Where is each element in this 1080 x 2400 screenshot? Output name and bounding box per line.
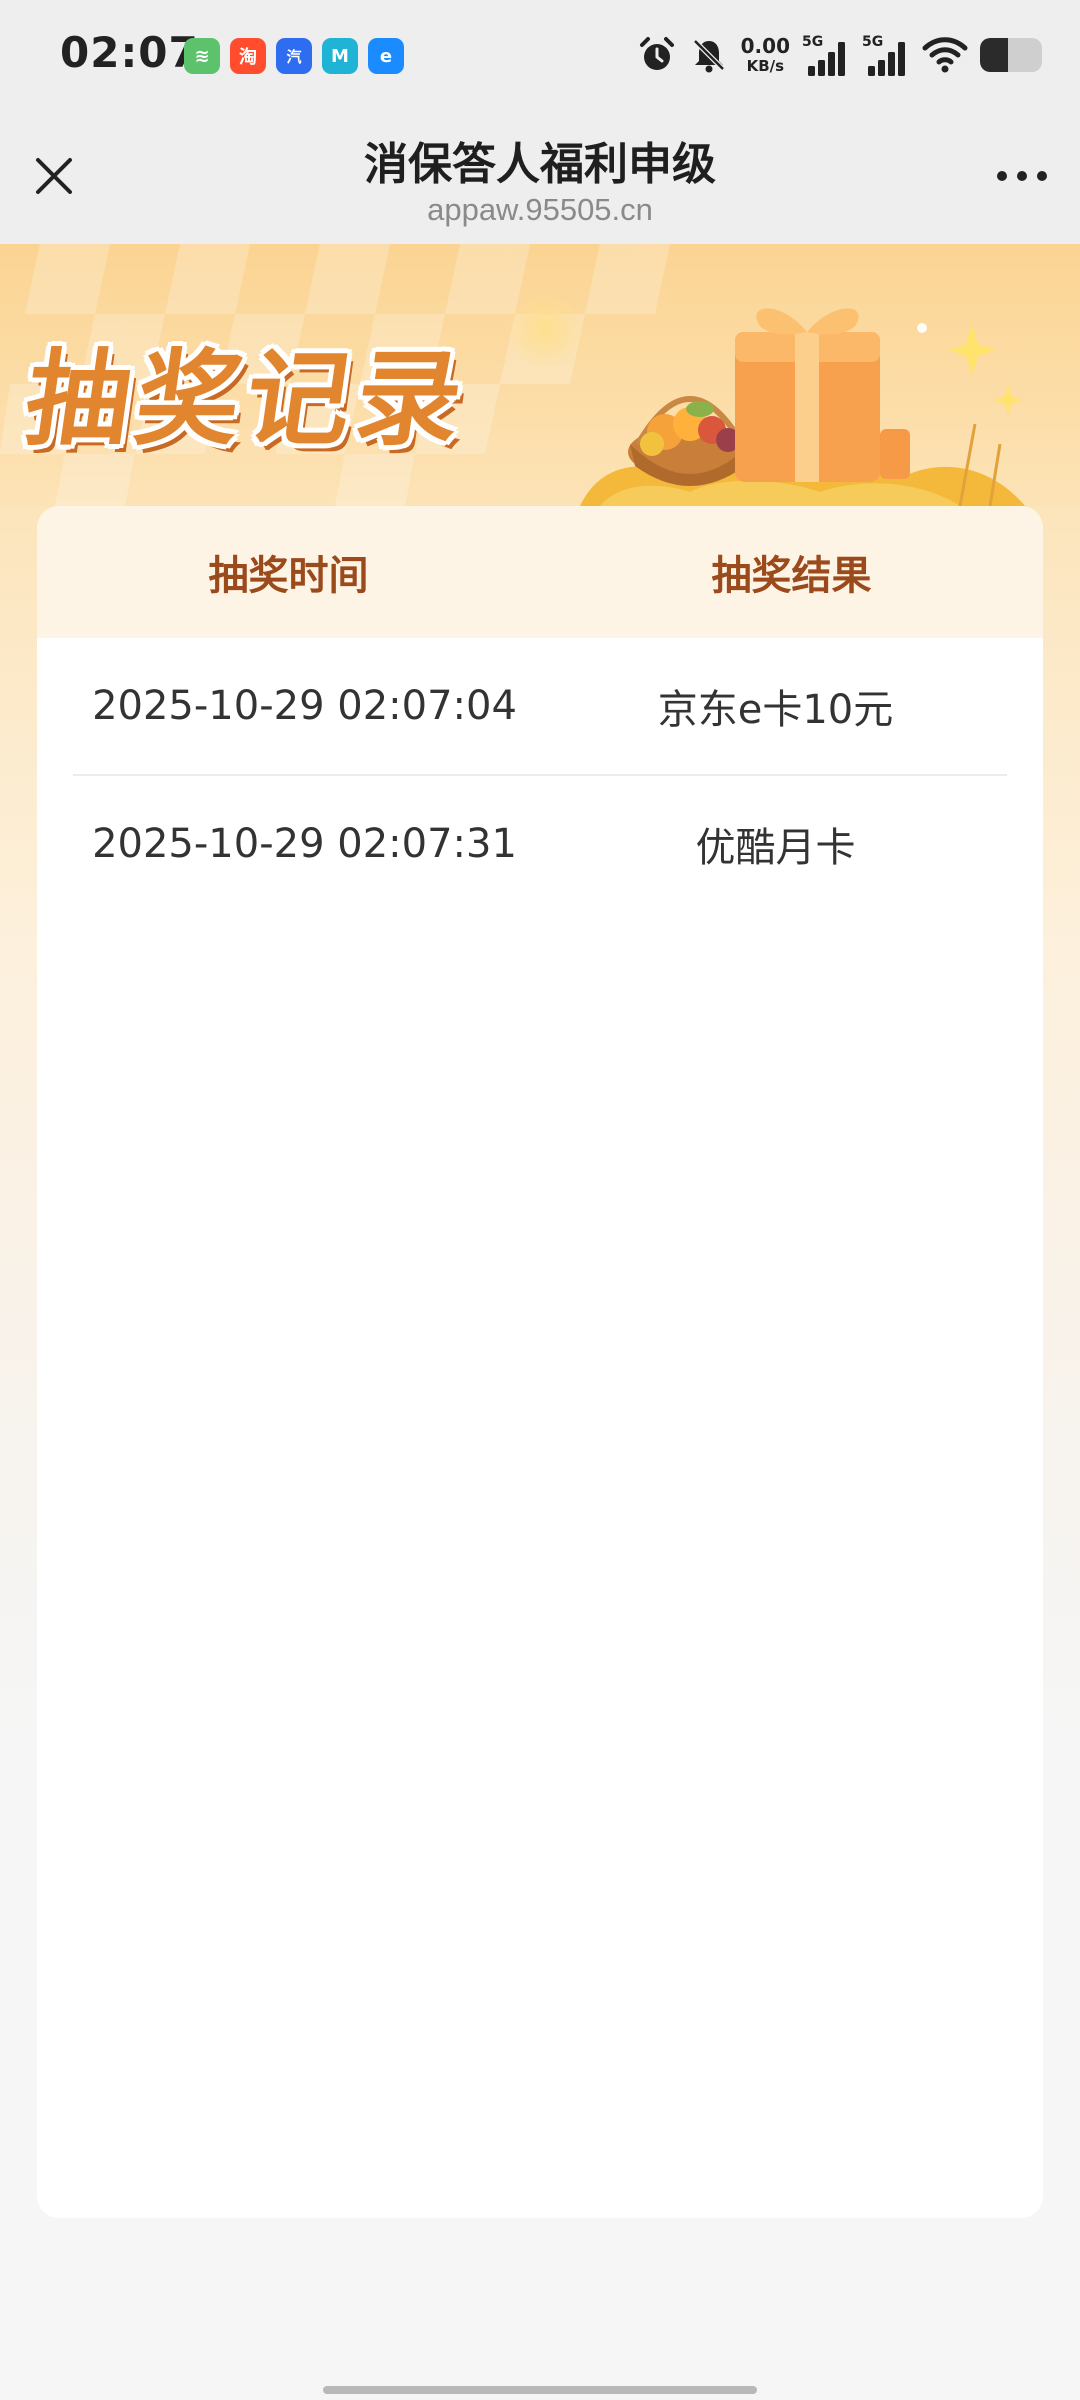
app-icon-teal: M (322, 38, 358, 74)
mute-bell-icon (689, 35, 729, 75)
alarm-icon (637, 35, 677, 75)
banner: 抽奖记录 (0, 244, 1080, 506)
row-result: 优酷月卡 (695, 825, 856, 871)
network-speed-unit: KB/s (746, 57, 785, 75)
app-icon-green: ≋ (184, 38, 220, 74)
table-header: 抽奖时间 抽奖结果 (37, 506, 1043, 638)
app-icon-autohome: 汽 (276, 38, 312, 74)
close-icon (36, 158, 72, 194)
network-speed: 0.00 KB/s (741, 36, 790, 74)
table-body: 2025-10-29 02:07:04 京东e卡10元 2025-10-29 0… (37, 638, 1043, 912)
table-row: 2025-10-29 02:07:31 优酷月卡 (73, 776, 1007, 912)
notification-app-icons: ≋ 淘 汽 M e (184, 38, 404, 74)
lottery-record-card: 抽奖时间 抽奖结果 2025-10-29 02:07:04 京东e卡10元 20… (37, 506, 1043, 2218)
table-row: 2025-10-29 02:07:04 京东e卡10元 (73, 638, 1007, 776)
browser-nav-bar: 消保答人福利申级 appaw.95505.cn (0, 112, 1080, 244)
app-icon-eleme: e (368, 38, 404, 74)
close-button[interactable] (26, 148, 82, 204)
row-time: 2025-10-29 02:07:04 (92, 683, 517, 729)
page-title: 消保答人福利申级 (364, 139, 716, 190)
status-time: 02:07 (60, 28, 199, 77)
status-bar: 02:07 ≋ 淘 汽 M e 0.00 KB/s 5G 5G (0, 0, 1080, 112)
page-url: appaw.95505.cn (427, 192, 653, 227)
row-time: 2025-10-29 02:07:31 (92, 821, 517, 867)
more-options-button[interactable] (990, 152, 1054, 200)
home-indicator[interactable] (323, 2386, 757, 2394)
battery-icon (980, 38, 1042, 72)
wifi-icon (922, 35, 968, 75)
column-header-result: 抽奖结果 (711, 553, 872, 599)
battery-level-fill (980, 38, 1008, 72)
network-speed-value: 0.00 (740, 34, 790, 58)
row-result: 京东e卡10元 (657, 687, 894, 733)
status-indicators: 0.00 KB/s 5G 5G (637, 34, 1042, 76)
app-icon-taobao: 淘 (230, 38, 266, 74)
banner-title: 抽奖记录 (18, 338, 476, 460)
more-dots-icon (997, 171, 1047, 181)
cellular-signal-1-icon: 5G (802, 34, 850, 76)
column-header-time: 抽奖时间 (208, 553, 369, 599)
cellular-signal-2-icon: 5G (862, 34, 910, 76)
page-content: 抽奖记录 抽奖时间 抽奖结果 2025-10-29 02:07:04 京东e卡1… (0, 244, 1080, 2400)
